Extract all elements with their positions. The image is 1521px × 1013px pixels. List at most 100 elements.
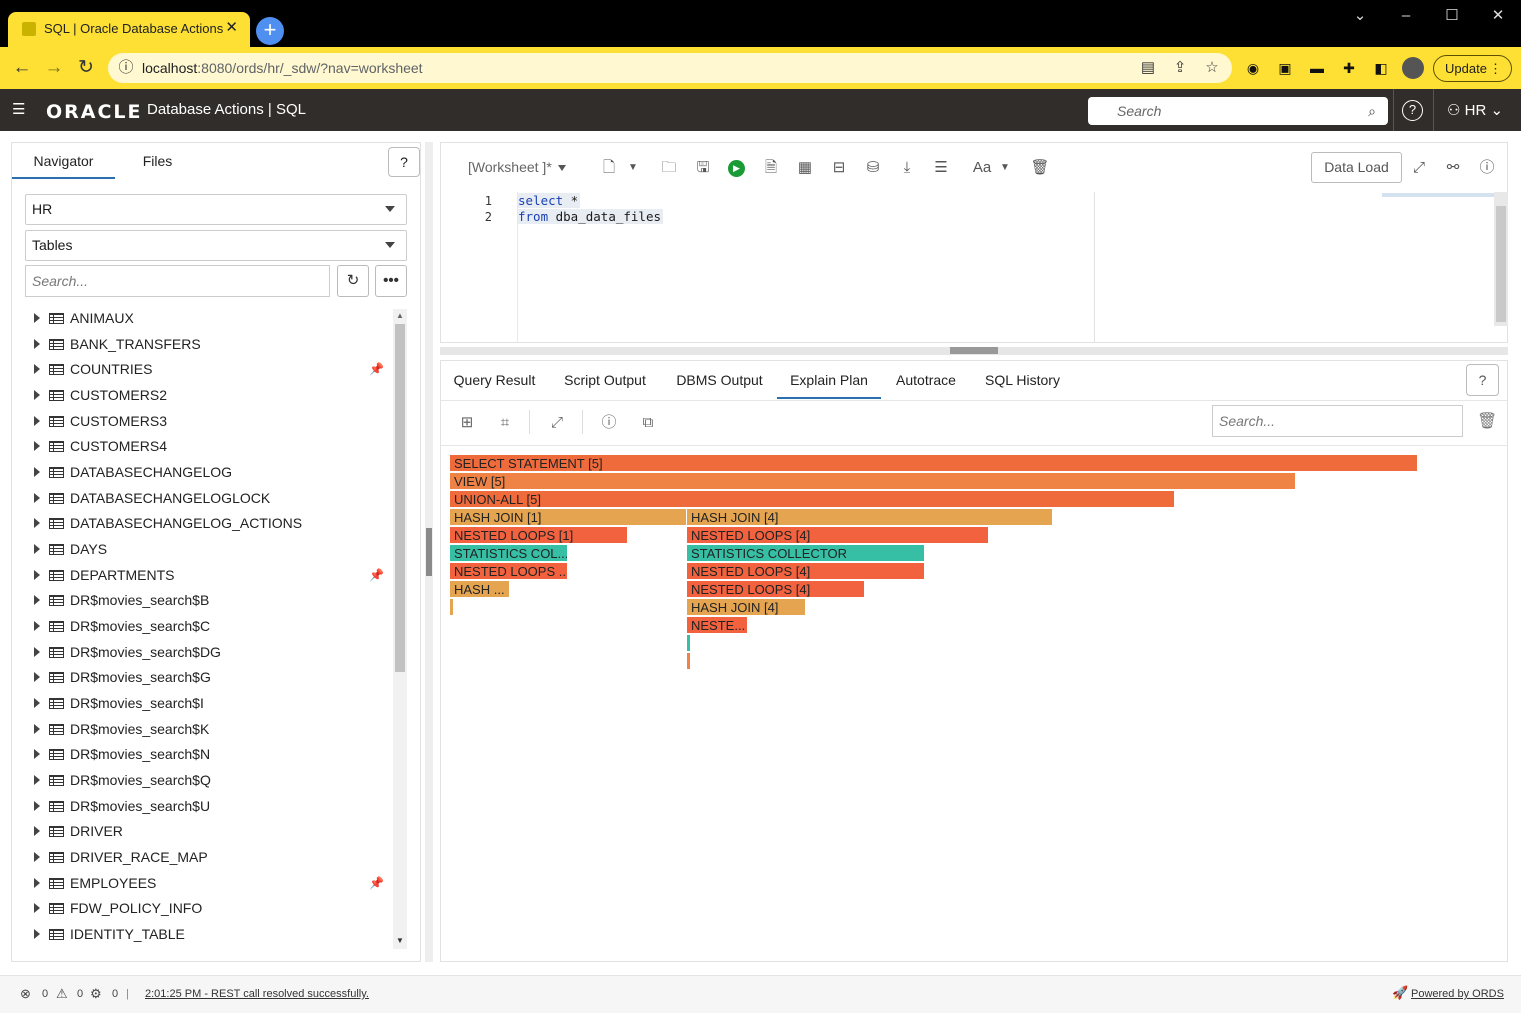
run-script-icon[interactable]: 🗎 (760, 157, 782, 179)
global-search-input[interactable]: Search ⌕ (1088, 97, 1388, 125)
extensions-puzzle-icon[interactable]: ✚ (1338, 57, 1360, 79)
hamburger-menu-icon[interactable]: ☰ (12, 102, 26, 117)
share-icon[interactable]: ⇪ (1170, 58, 1190, 78)
browser-tab[interactable]: SQL | Oracle Database Actions ✕ (8, 12, 250, 47)
plan-node[interactable]: UNION-ALL [5] (450, 491, 1175, 508)
plan-node[interactable]: NESTE... (687, 617, 748, 634)
tree-item-table[interactable]: DAYS (25, 537, 390, 562)
expand-arrow-icon[interactable] (34, 672, 40, 683)
tree-item-table[interactable]: DATABASECHANGELOG (25, 460, 390, 485)
powered-by-link[interactable]: Powered by ORDS (1411, 988, 1504, 1000)
maximize-icon[interactable]: ☐ (1440, 7, 1464, 25)
tree-item-table[interactable]: EMPLOYEES 📌 (25, 871, 390, 896)
expand-arrow-icon[interactable] (34, 620, 40, 631)
plan-node[interactable]: NESTED LOOPS [1] (450, 527, 628, 544)
navigator-help-icon[interactable]: ? (388, 147, 420, 177)
worksheet-selector[interactable]: [Worksheet ]* (468, 159, 566, 175)
new-tab-button[interactable]: + (256, 17, 284, 45)
expand-arrow-icon[interactable] (34, 749, 40, 760)
tree-item-table[interactable]: DEPARTMENTS 📌 (25, 563, 390, 588)
tree-item-table[interactable]: DR$movies_search$Q (25, 768, 390, 793)
code-line[interactable]: select * (518, 193, 581, 208)
expand-arrow-icon[interactable] (34, 389, 40, 400)
tab-files[interactable]: Files (115, 143, 200, 179)
plan-node[interactable] (687, 635, 690, 652)
tree-item-table[interactable]: CUSTOMERS3 (25, 409, 390, 434)
binoculars-icon[interactable]: ⚯ (1442, 157, 1464, 179)
expand-arrow-icon[interactable] (34, 903, 40, 914)
address-bar[interactable]: localhost:8080/ords/hr/_sdw/?nav=workshe… (108, 53, 1232, 83)
back-arrow-icon[interactable]: ← (10, 57, 34, 79)
tab-script-output[interactable]: Script Output (548, 361, 662, 399)
plan-node[interactable]: STATISTICS COLLECTOR (687, 545, 925, 562)
pin-icon[interactable]: 📌 (369, 563, 384, 588)
tree-item-table[interactable]: DATABASECHANGELOG_ACTIONS (25, 511, 390, 536)
trash-icon[interactable]: 🗑 (1029, 157, 1051, 179)
plan-node[interactable]: HASH JOIN [4] (687, 509, 1053, 526)
clipboard-icon[interactable]: ▤ (1138, 58, 1158, 78)
tab-explain-plan[interactable]: Explain Plan (777, 361, 881, 399)
expand-arrow-icon[interactable] (34, 826, 40, 837)
tree-item-table[interactable]: DR$movies_search$B (25, 588, 390, 613)
tree-item-table[interactable]: DRIVER_RACE_MAP (25, 845, 390, 870)
plan-node[interactable]: VIEW [5] (450, 473, 1296, 490)
expand-arrow-icon[interactable] (34, 851, 40, 862)
splitter-grip[interactable] (426, 528, 432, 576)
tree-item-table[interactable]: COUNTRIES 📌 (25, 357, 390, 382)
scroll-down-icon[interactable]: ▼ (396, 936, 404, 945)
expand-arrow-icon[interactable] (34, 466, 40, 477)
tree-item-table[interactable]: DR$movies_search$C (25, 614, 390, 639)
bookmark-star-icon[interactable]: ☆ (1202, 58, 1222, 78)
tab-query-result[interactable]: Query Result (441, 361, 548, 399)
tree-item-table[interactable]: DR$movies_search$K (25, 717, 390, 742)
reload-icon[interactable]: ↻ (74, 57, 98, 79)
update-button[interactable]: Update ⋮ (1433, 55, 1512, 82)
tab-dbms-output[interactable]: DBMS Output (662, 361, 777, 399)
schema-select[interactable]: HR (25, 194, 407, 225)
plan-node[interactable]: SELECT STATEMENT [5] (450, 455, 1418, 472)
tree-view-icon[interactable]: ⊞ (456, 412, 478, 434)
plan-node[interactable]: STATISTICS COL... (450, 545, 568, 562)
new-worksheet-icon[interactable]: 🗋 (598, 157, 620, 179)
text-case-icon[interactable]: Aa (968, 157, 996, 179)
tab-navigator[interactable]: Navigator (12, 143, 115, 179)
tree-item-table[interactable]: DR$movies_search$I (25, 691, 390, 716)
tree-item-table[interactable]: DATABASECHANGELOGLOCK (25, 486, 390, 511)
expand-arrow-icon[interactable] (34, 543, 40, 554)
expand-arrow-icon[interactable] (34, 569, 40, 580)
trash-icon[interactable]: 🗑 (1477, 411, 1497, 433)
tree-item-table[interactable]: DRIVER (25, 819, 390, 844)
tree-item-table[interactable]: CUSTOMERS2 (25, 383, 390, 408)
status-message[interactable]: 2:01:25 PM - REST call resolved successf… (145, 988, 369, 1000)
plan-search-input[interactable]: Search... (1212, 405, 1463, 437)
info-icon[interactable]: ⓘ (598, 412, 620, 434)
expand-arrow-icon[interactable] (34, 723, 40, 734)
caret-down-icon[interactable]: ▼ (622, 157, 644, 179)
save-icon[interactable]: 🖫 (692, 157, 714, 179)
side-panel-icon[interactable]: ◧ (1370, 57, 1392, 79)
tree-item-table[interactable]: IDENTITY_TABLE (25, 922, 390, 947)
pin-icon[interactable]: 📌 (369, 357, 384, 382)
expand-icon[interactable]: ⤢ (1408, 157, 1430, 179)
object-type-select[interactable]: Tables (25, 230, 407, 261)
results-help-icon[interactable]: ? (1466, 364, 1499, 396)
minimize-icon[interactable]: – (1394, 7, 1418, 25)
plan-node[interactable]: HASH JOIN [1] (450, 509, 687, 526)
open-folder-icon[interactable]: 🗀 (658, 157, 680, 179)
extension-media-icon[interactable]: ▬ (1306, 57, 1328, 79)
site-info-icon[interactable]: ⓘ (116, 58, 136, 78)
worksheet-help-icon[interactable]: ⓘ (1476, 157, 1498, 179)
expand-arrow-icon[interactable] (34, 518, 40, 529)
tab-autotrace[interactable]: Autotrace (881, 361, 971, 399)
autotrace-icon[interactable]: ⊟ (828, 157, 850, 179)
forward-arrow-icon[interactable]: → (42, 57, 66, 79)
expand-arrow-icon[interactable] (34, 364, 40, 375)
navigator-search-input[interactable]: Search... (25, 265, 330, 297)
expand-arrow-icon[interactable] (34, 646, 40, 657)
tree-item-table[interactable]: DR$movies_search$N (25, 742, 390, 767)
expand-arrow-icon[interactable] (34, 774, 40, 785)
chevron-down-icon[interactable]: ⌄ (1348, 7, 1372, 25)
expand-arrow-icon[interactable] (34, 415, 40, 426)
explain-plan-icon[interactable]: ▦ (794, 157, 816, 179)
tree-item-table[interactable]: FDW_POLICY_INFO (25, 896, 390, 921)
